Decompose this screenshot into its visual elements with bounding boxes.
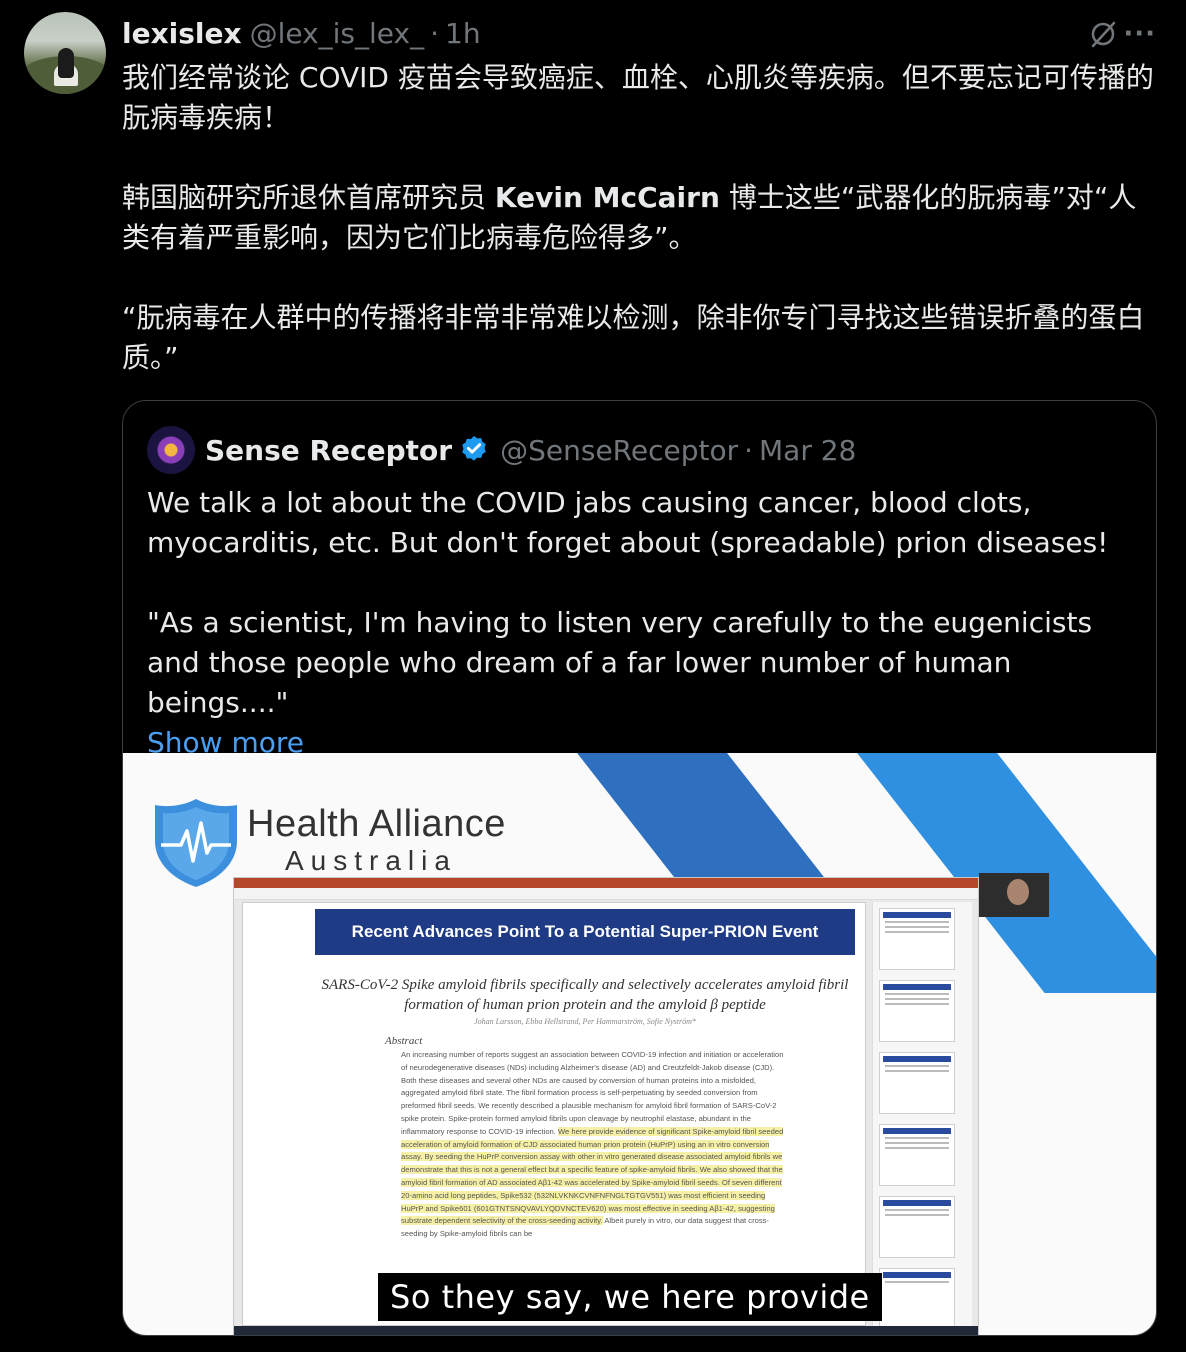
video-subtitle: So they say, we here provide (378, 1273, 882, 1321)
tweet-paragraph-3: “朊病毒在人群中的传播将非常非常难以检测，除非你专门寻找这些错误折叠的蛋白质。” (122, 301, 1145, 374)
avatar-figure (58, 48, 74, 78)
slide-thumbnail (879, 908, 955, 970)
paper-title: SARS-CoV-2 Spike amyloid fibrils specifi… (321, 977, 849, 1013)
quote-display-name[interactable]: Sense Receptor (205, 434, 452, 467)
handle[interactable]: @lex_is_lex_ (250, 17, 425, 50)
quote-header: Sense Receptor @SenseReceptor · Mar 28 (147, 425, 856, 475)
verified-badge-icon (462, 436, 486, 461)
brand-subtitle: Australia (285, 845, 457, 876)
abstract-label: Abstract (385, 1035, 423, 1047)
abstract-plain: An increasing number of reports suggest … (401, 1050, 784, 1136)
brand-title: Health Alliance (247, 803, 506, 845)
powerpoint-window: Recent Advances Point To a Potential Sup… (233, 877, 979, 1335)
quote-paragraph-2: "As a scientist, I'm having to listen ve… (147, 606, 1093, 719)
quote-paragraph-1: We talk a lot about the COVID jabs causi… (147, 486, 1109, 559)
quoted-tweet[interactable]: Sense Receptor @SenseReceptor · Mar 28 W… (122, 400, 1157, 1336)
webcam-overlay (979, 873, 1049, 917)
slide-thumbnail (879, 1052, 955, 1114)
tweet-text: 我们经常谈论 COVID 疫苗会导致癌症、血栓、心肌炎等疾病。但不要忘记可传播的… (122, 58, 1162, 378)
tweet-paragraph-2: 韩国脑研究所退休首席研究员 Kevin McCairn 博士这些“武器化的朊病毒… (122, 178, 1162, 258)
quote-text: We talk a lot about the COVID jabs causi… (147, 483, 1137, 763)
tweet-paragraph-1: 我们经常谈论 COVID 疫苗会导致癌症、血栓、心肌炎等疾病。但不要忘记可传播的… (122, 61, 1154, 134)
tweet-header: lexislex @lex_is_lex_ · 1h (122, 16, 481, 50)
abstract-text: An increasing number of reports suggest … (401, 1049, 785, 1241)
paper-authors: Johan Larsson, Ebba Hellstrand, Per Hamm… (474, 1017, 696, 1026)
quote-separator-dot: · (744, 433, 754, 467)
slide: Recent Advances Point To a Potential Sup… (242, 902, 866, 1326)
slide-thumbnail (879, 1196, 955, 1258)
slide-thumbnail (879, 980, 955, 1042)
quote-media-video[interactable]: Health Alliance Australia Recent Advance… (123, 753, 1156, 1335)
quote-avatar[interactable] (147, 426, 195, 474)
ppt-ribbon (234, 888, 978, 900)
ppt-titlebar (234, 878, 978, 888)
tweet-actions-top: ··· (1087, 18, 1156, 50)
quote-timestamp[interactable]: Mar 28 (759, 434, 856, 467)
tweet[interactable]: lexislex @lex_is_lex_ · 1h ··· 我们经常谈论 CO… (0, 0, 1186, 1352)
slide-thumbnails (872, 902, 972, 1330)
slide-thumbnail (879, 1268, 955, 1330)
more-icon[interactable]: ··· (1123, 21, 1156, 47)
slide-thumbnail (879, 1124, 955, 1186)
tweet-bold-name: Kevin McCairn (494, 181, 720, 214)
display-name[interactable]: lexislex (122, 17, 242, 50)
avatar[interactable] (24, 12, 106, 94)
windows-taskbar (234, 1326, 978, 1335)
speaker-face (1007, 879, 1029, 905)
tweet-paragraph-2-lead: 韩国脑研究所退休首席研究员 (122, 181, 487, 214)
separator-dot: · (430, 16, 440, 50)
grok-icon[interactable] (1087, 18, 1119, 50)
health-alliance-logo-icon (155, 799, 237, 887)
timestamp[interactable]: 1h (445, 17, 481, 50)
quote-handle[interactable]: @SenseReceptor (500, 434, 738, 467)
abstract-highlight: We here provide evidence of significant … (401, 1126, 784, 1226)
slide-title: Recent Advances Point To a Potential Sup… (315, 909, 855, 955)
